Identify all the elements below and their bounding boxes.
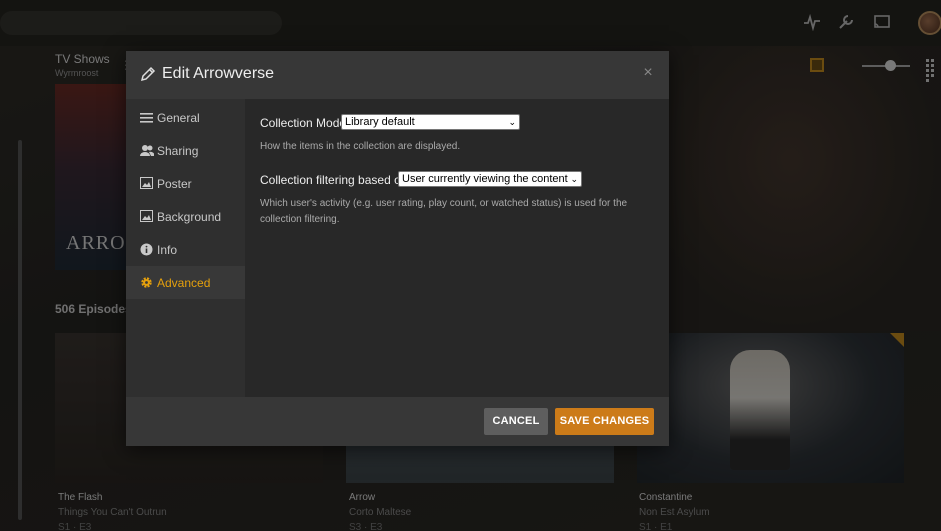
- nav-item-label: Background: [157, 210, 222, 224]
- users-icon: [140, 144, 155, 157]
- collection-filtering-help: Which user's activity (e.g. user rating,…: [260, 198, 628, 225]
- collection-mode-help: How the items in the collection are disp…: [260, 141, 461, 152]
- nav-item-advanced[interactable]: Advanced: [126, 266, 245, 299]
- collection-filtering-label: Collection filtering based on: [260, 173, 408, 187]
- nav-item-sharing[interactable]: Sharing: [126, 134, 245, 167]
- info-icon: [140, 243, 153, 256]
- collection-filtering-value: User currently viewing the content: [402, 173, 568, 185]
- dialog-content: Collection Mode Library default ⌄ How th…: [246, 99, 669, 397]
- collection-mode-value: Library default: [345, 116, 415, 128]
- nav-item-label: General: [157, 111, 200, 125]
- nav-item-general[interactable]: General: [126, 101, 245, 134]
- nav-item-label: Info: [157, 243, 178, 257]
- gear-icon: [140, 276, 153, 289]
- nav-item-background[interactable]: Background: [126, 200, 245, 233]
- close-icon[interactable]: ×: [641, 64, 655, 82]
- cancel-button[interactable]: CANCEL: [484, 408, 548, 435]
- nav-item-label: Advanced: [157, 276, 211, 290]
- collection-mode-label: Collection Mode: [260, 116, 347, 130]
- dialog-title: Edit Arrowverse: [162, 65, 275, 82]
- chevron-down-icon: ⌄: [508, 117, 516, 127]
- list-icon: [140, 111, 153, 124]
- save-changes-button[interactable]: SAVE CHANGES: [555, 408, 654, 435]
- image-icon: [140, 177, 153, 190]
- dialog-header: Edit Arrowverse ×: [126, 51, 669, 99]
- collection-filtering-select[interactable]: User currently viewing the content ⌄: [398, 171, 582, 187]
- nav-item-label: Poster: [157, 177, 192, 191]
- nav-item-info[interactable]: Info: [126, 233, 245, 266]
- pencil-icon: [140, 66, 156, 82]
- dialog-footer: CANCEL SAVE CHANGES: [126, 397, 669, 446]
- nav-item-poster[interactable]: Poster: [126, 167, 245, 200]
- nav-item-label: Sharing: [157, 144, 199, 158]
- edit-collection-dialog: Edit Arrowverse × General Sharing Poster: [126, 51, 669, 446]
- image-icon: [140, 210, 153, 223]
- collection-mode-select[interactable]: Library default ⌄: [341, 114, 520, 130]
- chevron-down-icon: ⌄: [570, 174, 578, 184]
- dialog-sidebar: General Sharing Poster Background Info A…: [126, 99, 245, 397]
